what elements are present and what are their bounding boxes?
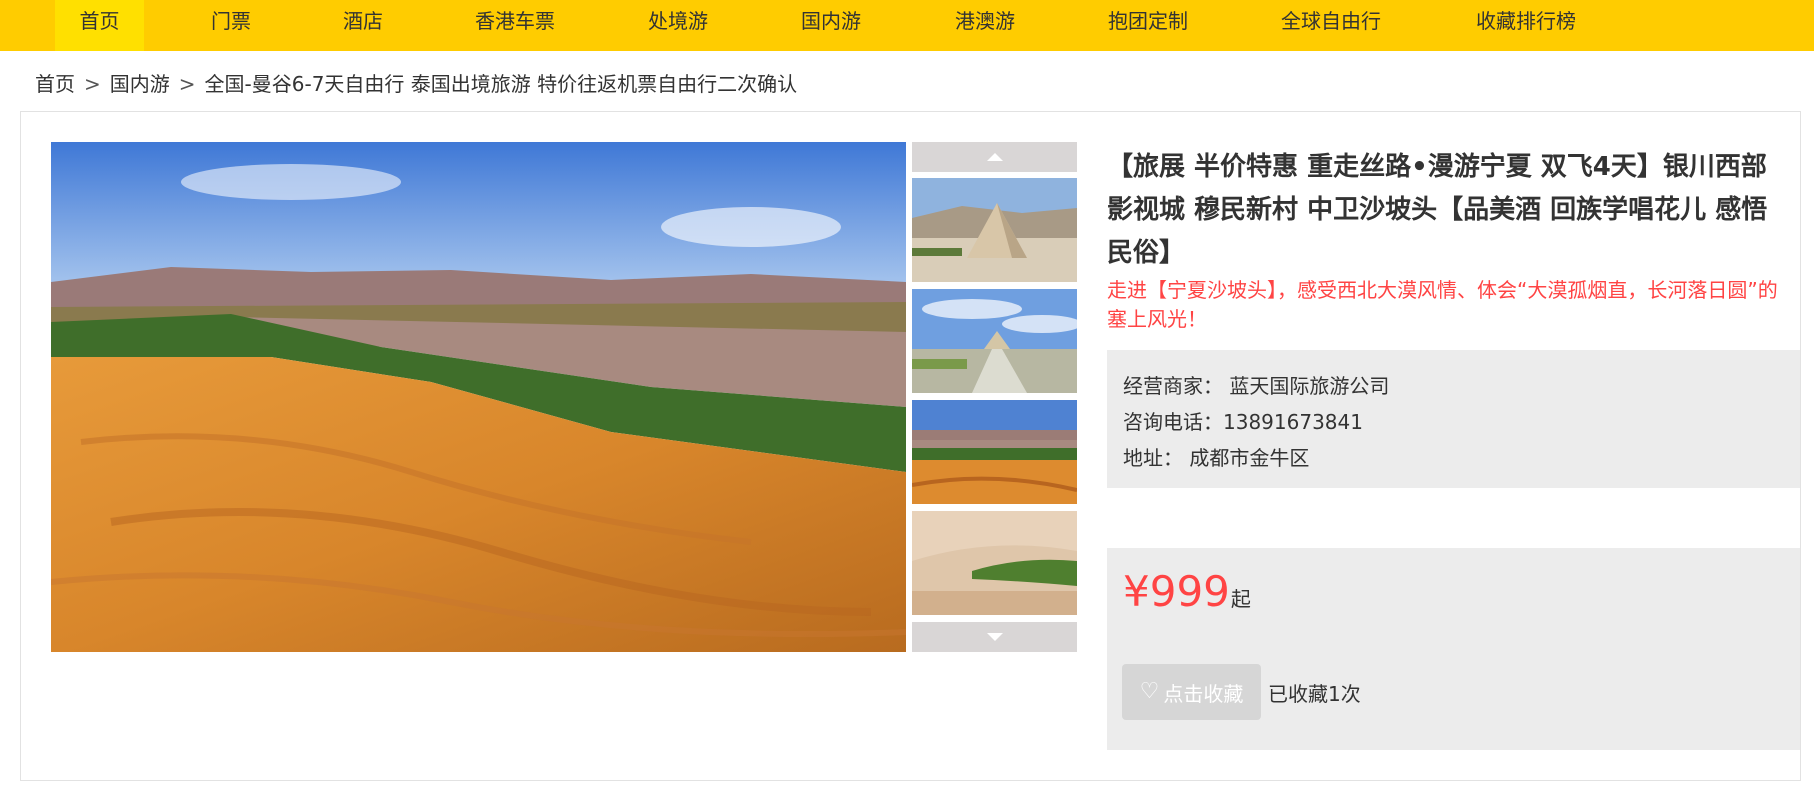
merchant-label: 经营商家： [1123,374,1223,398]
price-symbol: ¥ [1123,567,1150,616]
nav-item-hk-bus[interactable]: 香港车票 [475,0,555,51]
breadcrumb-separator: > [84,72,101,96]
top-nav: 首页 门票 酒店 香港车票 处境游 国内游 港澳游 抱团定制 全球自由行 收藏排… [0,0,1814,51]
price-unit: 起 [1230,587,1251,611]
nav-item-tickets[interactable]: 门票 [211,0,251,51]
nav-item-domestic[interactable]: 国内游 [801,0,861,51]
chevron-up-icon [986,153,1003,161]
phone-line: 咨询电话：13891673841 [1123,406,1363,435]
thumbnail-3[interactable] [912,400,1077,504]
thumbnail-scroll-up[interactable] [912,142,1077,172]
price-panel: ¥999起 ♡ 点击收藏 已收藏1次 [1107,548,1800,750]
breadcrumb-separator: > [178,72,196,96]
heart-icon: ♡ [1139,679,1160,704]
favorite-count: 已收藏1次 [1268,682,1361,706]
product-slogan: 走进【宁夏沙坡头】，感受西北大漠风情、体会“大漠孤烟直，长河落日圆”的塞上风光！ [1107,278,1778,331]
price: ¥999起 [1123,567,1251,616]
favorite-button[interactable]: ♡ 点击收藏 [1122,664,1261,720]
thumbnail-scroll-down[interactable] [912,622,1077,652]
breadcrumb-current: 全国-曼谷6-7天自由行 泰国出境旅游 特价往返机票自由行二次确认 [204,72,798,96]
nav-item-hotel[interactable]: 酒店 [343,0,383,51]
breadcrumb-category[interactable]: 国内游 [110,72,170,96]
merchant-line: 经营商家： 蓝天国际旅游公司 [1123,370,1389,399]
favorite-button-label: 点击收藏 [1163,681,1244,706]
thumbnail-1[interactable] [912,178,1077,282]
phone-label: 咨询电话： [1123,410,1223,434]
main-product-image [51,142,906,652]
nav-item-global-free[interactable]: 全球自由行 [1281,0,1381,51]
phone-value: 13891673841 [1223,410,1363,434]
product-title: 【旅展 半价特惠 重走丝路•漫游宁夏 双飞4天】银川西部影视城 穆民新村 中卫沙… [1107,152,1768,268]
address-line: 地址： 成都市金牛区 [1123,442,1309,471]
merchant-value: 蓝天国际旅游公司 [1229,374,1390,398]
price-amount: 999 [1149,567,1230,616]
breadcrumb: 首页 > 国内游 > 全国-曼谷6-7天自由行 泰国出境旅游 特价往返机票自由行二次确认 [35,68,797,97]
nav-item-favorites-ranking[interactable]: 收藏排行榜 [1476,0,1576,51]
chevron-down-icon [986,633,1003,641]
nav-item-hk-macau[interactable]: 港澳游 [955,0,1015,51]
nav-item-group-custom[interactable]: 抱团定制 [1108,0,1188,51]
thumbnail-4[interactable] [912,511,1077,615]
nav-item-home[interactable]: 首页 [55,0,144,51]
thumbnail-2[interactable] [912,289,1077,393]
address-value: 成都市金牛区 [1189,446,1310,470]
merchant-info: 经营商家： 蓝天国际旅游公司 咨询电话：13891673841 地址： 成都市金… [1107,350,1800,488]
address-label: 地址： [1123,446,1183,470]
breadcrumb-home[interactable]: 首页 [35,72,75,96]
nav-item-outbound[interactable]: 处境游 [648,0,708,51]
